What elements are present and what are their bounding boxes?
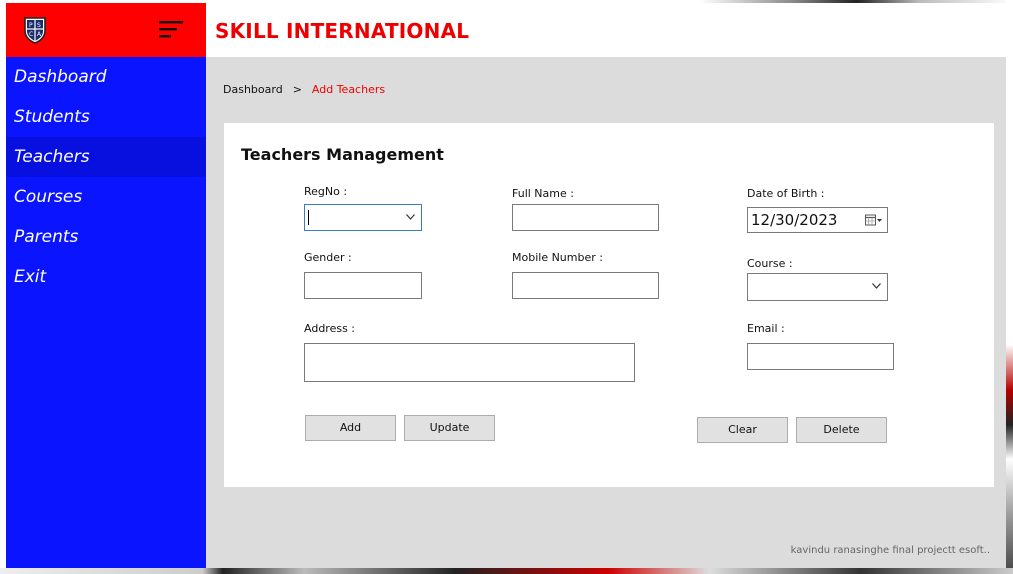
breadcrumb-current: Add Teachers bbox=[311, 83, 386, 96]
footer-note: kavindu ranasinghe final projectt esoft.… bbox=[790, 545, 990, 556]
mobile-number-label: Mobile Number : bbox=[512, 251, 603, 264]
dob-date-picker[interactable]: 12/30/2023 bbox=[747, 207, 888, 233]
hamburger-menu-icon[interactable] bbox=[159, 20, 183, 40]
chevron-down-icon[interactable] bbox=[406, 214, 415, 220]
background-image-bottom bbox=[0, 568, 1013, 574]
teachers-form-panel: Teachers Management RegNo : Full Name : … bbox=[224, 123, 994, 487]
dob-label: Date of Birth : bbox=[747, 187, 825, 200]
regno-combobox[interactable] bbox=[304, 204, 422, 231]
full-name-label: Full Name : bbox=[512, 187, 574, 200]
sidebar-nav: Dashboard Students Teachers Courses Pare… bbox=[6, 57, 206, 297]
sidebar-item-courses[interactable]: Courses bbox=[6, 177, 206, 217]
app-window: P S C A Dashboard Students Teachers Cour… bbox=[6, 3, 1006, 568]
address-label: Address : bbox=[304, 322, 356, 335]
mobile-number-input[interactable] bbox=[512, 272, 659, 299]
add-button[interactable]: Add bbox=[305, 415, 396, 441]
clear-button[interactable]: Clear bbox=[697, 417, 788, 443]
logo-icon: P S C A bbox=[24, 17, 46, 44]
sidebar-item-exit[interactable]: Exit bbox=[6, 257, 206, 297]
full-name-input[interactable] bbox=[512, 204, 659, 231]
breadcrumb-root[interactable]: Dashboard bbox=[223, 83, 283, 96]
sidebar-item-teachers[interactable]: Teachers bbox=[6, 137, 206, 177]
text-caret bbox=[308, 210, 309, 225]
course-select[interactable] bbox=[747, 273, 888, 301]
top-bar: SKILL INTERNATIONAL bbox=[206, 3, 1006, 57]
breadcrumb: Dashboard > Add Teachers bbox=[223, 83, 385, 96]
course-label: Course : bbox=[747, 257, 793, 270]
breadcrumb-separator: > bbox=[292, 83, 302, 96]
sidebar: P S C A Dashboard Students Teachers Cour… bbox=[6, 3, 206, 568]
page-title: Teachers Management bbox=[241, 145, 444, 164]
calendar-icon[interactable] bbox=[865, 214, 882, 227]
app-title: SKILL INTERNATIONAL bbox=[215, 19, 470, 43]
background-image-right bbox=[1006, 0, 1013, 574]
regno-label: RegNo : bbox=[304, 185, 348, 198]
sidebar-item-students[interactable]: Students bbox=[6, 97, 206, 137]
update-button[interactable]: Update bbox=[404, 415, 495, 441]
logo-letter: C bbox=[29, 31, 33, 38]
sidebar-item-dashboard[interactable]: Dashboard bbox=[6, 57, 206, 97]
logo-letter: S bbox=[37, 22, 41, 29]
email-label: Email : bbox=[747, 322, 785, 335]
sidebar-item-parents[interactable]: Parents bbox=[6, 217, 206, 257]
sidebar-header: P S C A bbox=[6, 3, 206, 57]
delete-button[interactable]: Delete bbox=[796, 417, 887, 443]
chevron-down-icon[interactable] bbox=[872, 283, 881, 289]
email-input[interactable] bbox=[747, 343, 894, 370]
logo-letter: P bbox=[29, 22, 33, 29]
address-textarea[interactable] bbox=[304, 343, 635, 382]
gender-label: Gender : bbox=[304, 251, 352, 264]
dob-value: 12/30/2023 bbox=[751, 211, 838, 229]
gender-input[interactable] bbox=[304, 272, 422, 299]
